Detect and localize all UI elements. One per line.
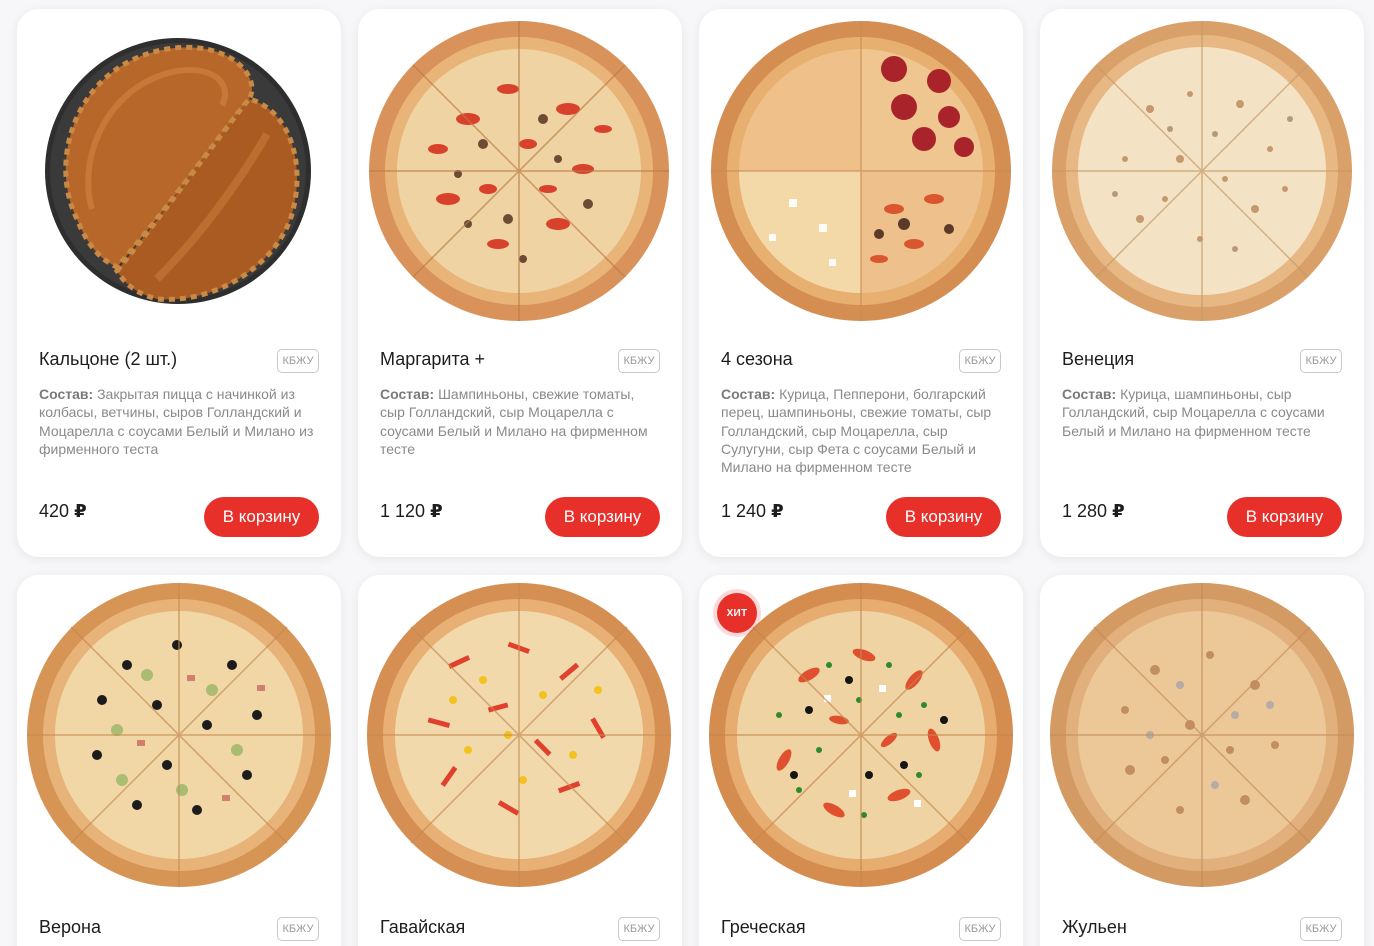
- product-composition: Состав: Шампиньоны, свежие томаты, сыр Г…: [380, 385, 662, 458]
- currency-sign: ₽: [74, 501, 87, 521]
- product-card[interactable]: ХИТ Греческая КБЖУ: [699, 575, 1023, 946]
- product-image[interactable]: [699, 9, 1023, 329]
- composition-label: Состав:: [39, 386, 94, 402]
- product-title[interactable]: Маргарита +: [380, 349, 485, 370]
- composition-label: Состав:: [380, 386, 435, 402]
- product-price: 1 240 ₽: [721, 501, 784, 522]
- product-card[interactable]: 4 сезона КБЖУ Состав: Курица, Пепперони,…: [699, 9, 1023, 557]
- product-image[interactable]: [358, 9, 682, 329]
- kbju-button[interactable]: КБЖУ: [618, 349, 660, 373]
- price-value: 1 280: [1062, 501, 1108, 521]
- kbju-button[interactable]: КБЖУ: [1300, 917, 1342, 941]
- product-title[interactable]: Греческая: [721, 917, 806, 938]
- product-card[interactable]: Гавайская КБЖУ: [358, 575, 682, 946]
- product-image[interactable]: [358, 575, 682, 895]
- product-card[interactable]: Верона КБЖУ: [17, 575, 341, 946]
- composition-label: Состав:: [1062, 386, 1117, 402]
- add-to-cart-button[interactable]: В корзину: [204, 497, 319, 537]
- product-title[interactable]: Верона: [39, 917, 101, 938]
- kbju-button[interactable]: КБЖУ: [959, 349, 1001, 373]
- price-value: 420: [39, 501, 70, 521]
- price-value: 1 240: [721, 501, 767, 521]
- product-composition: Состав: Закрытая пицца с начинкой из кол…: [39, 385, 321, 458]
- composition-label: Состав:: [721, 386, 776, 402]
- product-price: 420 ₽: [39, 501, 87, 522]
- kbju-button[interactable]: КБЖУ: [277, 917, 319, 941]
- kbju-button[interactable]: КБЖУ: [1300, 349, 1342, 373]
- product-title[interactable]: Кальцоне (2 шт.): [39, 349, 177, 370]
- product-card[interactable]: Кальцоне (2 шт.) КБЖУ Состав: Закрытая п…: [17, 9, 341, 557]
- product-composition: Состав: Курица, шампиньоны, сыр Голландс…: [1062, 385, 1344, 440]
- currency-sign: ₽: [430, 501, 443, 521]
- product-image[interactable]: [17, 9, 341, 329]
- product-title[interactable]: Жульен: [1062, 917, 1127, 938]
- add-to-cart-button[interactable]: В корзину: [886, 497, 1001, 537]
- product-image[interactable]: [17, 575, 341, 895]
- product-image[interactable]: [1040, 9, 1364, 329]
- product-title[interactable]: Гавайская: [380, 917, 465, 938]
- currency-sign: ₽: [1112, 501, 1125, 521]
- kbju-button[interactable]: КБЖУ: [618, 917, 660, 941]
- product-card[interactable]: Маргарита + КБЖУ Состав: Шампиньоны, све…: [358, 9, 682, 557]
- product-composition: Состав: Курица, Пепперони, болгарский пе…: [721, 385, 1003, 476]
- price-value: 1 120: [380, 501, 426, 521]
- hit-badge: ХИТ: [717, 593, 757, 633]
- product-card[interactable]: Жульен КБЖУ: [1040, 575, 1364, 946]
- product-grid: Кальцоне (2 шт.) КБЖУ Состав: Закрытая п…: [0, 0, 1374, 946]
- add-to-cart-button[interactable]: В корзину: [545, 497, 660, 537]
- product-image[interactable]: [1040, 575, 1364, 895]
- currency-sign: ₽: [771, 501, 784, 521]
- product-price: 1 280 ₽: [1062, 501, 1125, 522]
- product-title[interactable]: 4 сезона: [721, 349, 793, 370]
- product-price: 1 120 ₽: [380, 501, 443, 522]
- product-card[interactable]: Венеция КБЖУ Состав: Курица, шампиньоны,…: [1040, 9, 1364, 557]
- add-to-cart-button[interactable]: В корзину: [1227, 497, 1342, 537]
- kbju-button[interactable]: КБЖУ: [959, 917, 1001, 941]
- kbju-button[interactable]: КБЖУ: [277, 349, 319, 373]
- product-title[interactable]: Венеция: [1062, 349, 1134, 370]
